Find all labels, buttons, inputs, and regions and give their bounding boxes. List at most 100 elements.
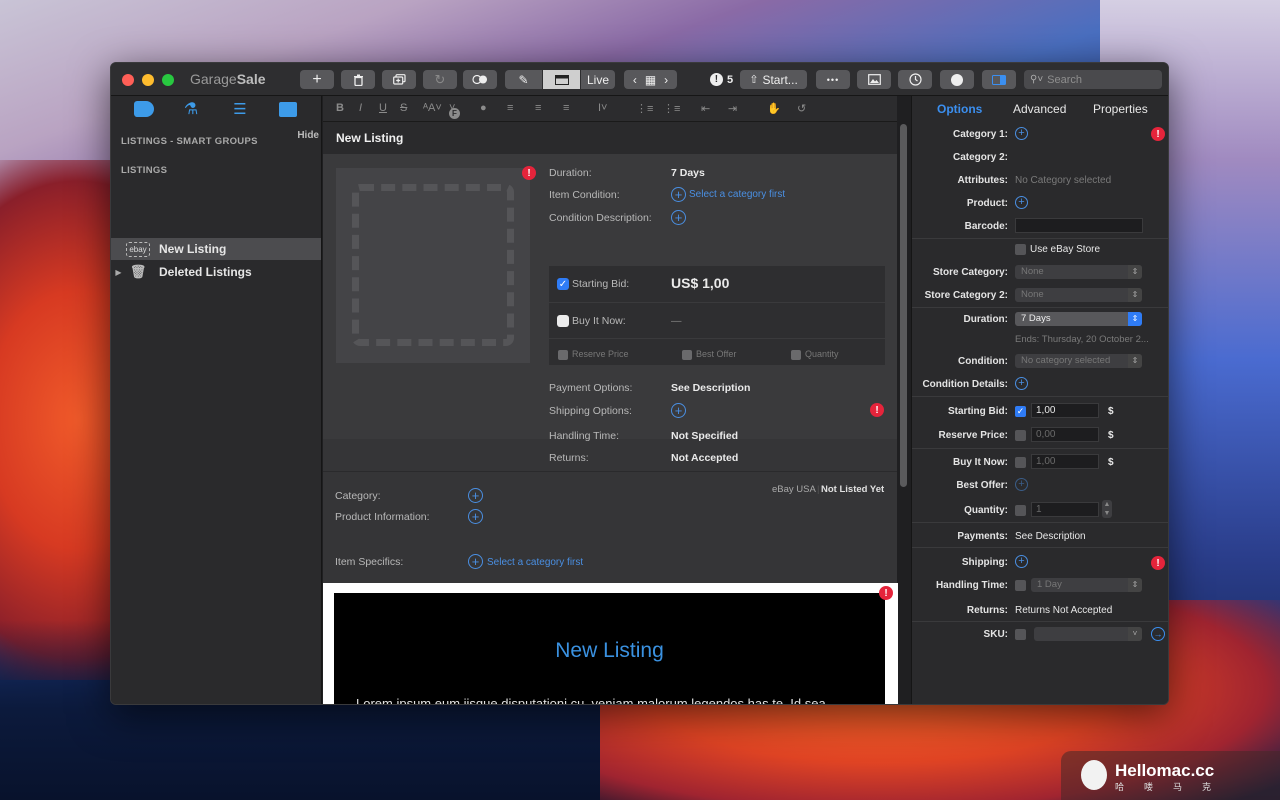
sidebar-item-new-listing[interactable]: ebay New Listing [111,238,321,260]
numbered-list-icon[interactable]: ⋮≡ [663,102,680,115]
duration-value[interactable]: 7 Days [671,167,705,179]
image-warning-icon[interactable]: ! [522,166,536,180]
payment-options-value[interactable]: See Description [671,382,750,394]
payments-value[interactable]: See Description [1015,531,1086,542]
editor-scrollbar[interactable] [900,124,907,487]
color-drop-icon[interactable]: ● [480,102,487,114]
bold-button[interactable]: B [336,102,344,114]
add-product-info-icon[interactable]: + [468,509,483,524]
add-condition-icon[interactable]: + [671,187,686,202]
quantity-checkbox[interactable] [791,350,801,360]
description-warning-icon[interactable]: ! [879,586,893,600]
refresh-button[interactable]: ↻ [423,70,457,89]
add-item-specifics-icon[interactable]: + [468,554,483,569]
account-button[interactable] [940,70,974,89]
reserve-price-checkbox[interactable] [1015,430,1026,441]
add-category-icon[interactable]: + [468,488,483,503]
grid-icon[interactable]: ▦ [645,73,656,87]
delete-button[interactable] [341,70,375,89]
add-best-offer-icon[interactable]: + [1015,478,1028,491]
alerts-button[interactable]: ! 5 [706,70,737,89]
start-button[interactable]: ⇧ Start... [740,70,807,89]
sidebar-toggle-button[interactable] [982,70,1016,89]
tab-advanced[interactable]: Advanced [1013,102,1066,116]
store-category-select[interactable]: None ⇕ [1015,265,1142,279]
disclosure-triangle-icon[interactable]: ▶ [111,268,126,277]
align-left-icon[interactable]: ≡ [507,102,513,114]
category-warning-icon[interactable]: ! [1151,127,1165,141]
outdent-icon[interactable]: ⇤ [701,102,710,115]
edit-button[interactable]: ✎ [505,70,542,89]
starting-bid-value[interactable]: US$ 1,00 [671,275,729,291]
handling-time-value[interactable]: Not Specified [671,430,738,442]
more-button[interactable]: ••• [816,70,850,89]
schedule-button[interactable] [898,70,932,89]
add-shipping-icon[interactable]: + [671,403,686,418]
align-center-icon[interactable]: ≡ [535,102,541,114]
handling-time-select[interactable]: 1 Day ⇕ [1031,578,1142,592]
add-category1-icon[interactable]: + [1015,127,1028,140]
live-button[interactable]: Live [581,70,615,89]
quantity-checkbox[interactable] [1015,505,1026,516]
image-button[interactable] [857,70,891,89]
item-specifics-link[interactable]: Select a category first [487,557,583,568]
sku-checkbox[interactable] [1015,629,1026,640]
align-right-icon[interactable]: ≡ [563,102,569,114]
image-drop-well[interactable] [336,168,530,363]
quantity-input[interactable]: 1 [1031,502,1099,517]
condition-select[interactable]: No category selected ⇕ [1015,354,1142,368]
shipping-warning-icon[interactable]: ! [870,403,884,417]
starting-bid-checkbox[interactable]: ✓ [557,278,569,290]
chevron-right-icon[interactable]: › [664,73,668,87]
handling-time-checkbox[interactable] [1015,580,1026,591]
add-listing-button[interactable]: + [300,70,334,89]
underline-button[interactable]: U [379,102,387,114]
quantity-stepper[interactable]: ▲ ▼ [1102,500,1112,518]
line-height-icon[interactable]: I˅ [598,102,607,114]
add-shipping-icon[interactable]: + [1015,555,1028,568]
shipping-warning-icon[interactable]: ! [1151,556,1165,570]
font-button[interactable]: F˅ [449,102,460,119]
minimize-window-button[interactable] [142,74,154,86]
barcode-input[interactable] [1015,218,1143,233]
toggle-button[interactable] [463,70,497,89]
best-offer-checkbox[interactable] [682,350,692,360]
tab-statistics[interactable] [277,99,299,119]
sku-select[interactable]: ˅ [1034,627,1142,641]
buy-it-now-checkbox[interactable] [1015,457,1026,468]
chevron-left-icon[interactable]: ‹ [633,73,637,87]
sidebar-item-deleted-listings[interactable]: ▶ 🗑 Deleted Listings [111,261,321,283]
layout-button[interactable] [543,70,580,89]
indent-icon[interactable]: ⇥ [728,102,737,115]
reserve-price-input[interactable]: 0,00 [1031,427,1099,442]
store-category2-select[interactable]: None ⇕ [1015,288,1142,302]
returns-value[interactable]: Not Accepted [671,452,738,464]
duplicate-button[interactable] [382,70,416,89]
tab-options[interactable]: Options [937,102,982,116]
tab-inventory[interactable]: ⚗ [180,99,202,119]
use-ebay-store-checkbox[interactable] [1015,244,1026,255]
starting-bid-input[interactable]: 1,00 [1031,403,1099,418]
italic-button[interactable]: I [359,102,362,114]
bullet-list-icon[interactable]: ⋮≡ [636,102,653,115]
add-product-icon[interactable]: + [1015,196,1028,209]
pager-control[interactable]: ‹ ▦ › [624,70,677,89]
add-condition-description-icon[interactable]: + [671,210,686,225]
tab-properties[interactable]: Properties [1093,102,1148,116]
close-window-button[interactable] [122,74,134,86]
font-size-button[interactable]: ᴬA˅ [423,102,442,114]
starting-bid-checkbox[interactable]: ✓ [1015,406,1026,417]
strikethrough-button[interactable]: S [400,102,407,114]
select-category-link[interactable]: Select a category first [689,189,785,200]
reserve-price-checkbox[interactable] [558,350,568,360]
hide-smart-groups-link[interactable]: Hide [297,130,319,141]
returns-value[interactable]: Returns Not Accepted [1015,605,1112,616]
buy-it-now-input[interactable]: 1,00 [1031,454,1099,469]
search-input[interactable]: ⚲˅ Search [1024,70,1162,89]
tab-listings[interactable] [133,99,155,119]
description-preview[interactable]: New Listing Lorem ipsum eum iisque dispu… [323,583,898,704]
buy-it-now-checkbox[interactable] [557,315,569,327]
tab-orders[interactable]: ☰ [229,99,251,119]
hand-pointer-icon[interactable]: ✋ [767,102,781,115]
duration-select[interactable]: 7 Days ⇕ [1015,312,1142,326]
